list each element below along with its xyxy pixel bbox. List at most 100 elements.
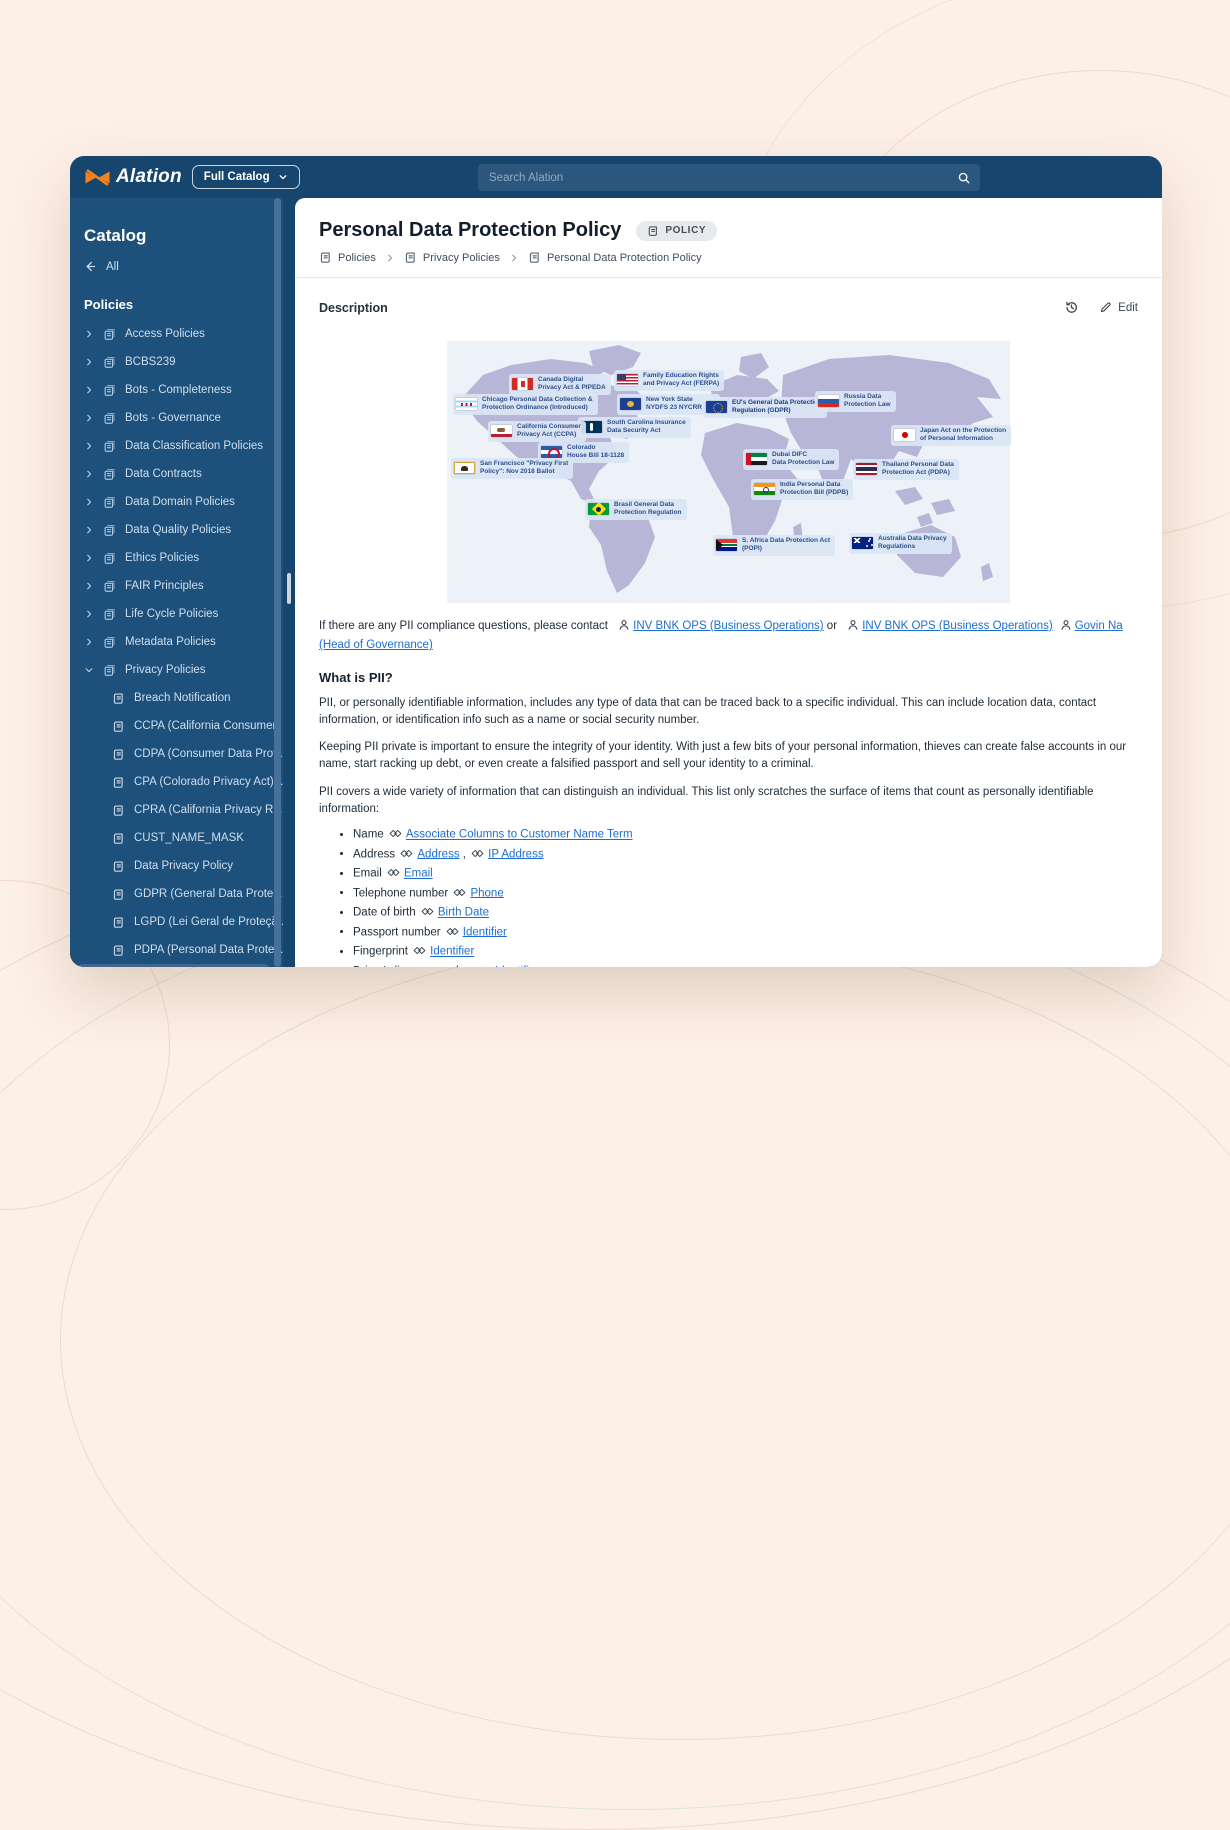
background-decoration (60, 940, 1230, 1740)
sidebar-item-bots-governance[interactable]: Bots - Governance (78, 404, 269, 432)
sidebar-item-data-domain-policies[interactable]: Data Domain Policies (78, 488, 269, 516)
search-icon[interactable] (957, 171, 971, 185)
sidebar-item-cdpa-consumer-data-prot[interactable]: CDPA (Consumer Data Prot... (78, 740, 269, 768)
sidebar-item-gdpr-general-data-protec[interactable]: GDPR (General Data Protec... (78, 880, 269, 908)
background-decoration (0, 880, 1230, 1810)
policy-group-icon (103, 496, 116, 509)
chevron-right-icon (84, 385, 94, 395)
policy-tree: Access PoliciesBCBS239Bots - Completenes… (78, 320, 269, 967)
sidebar-item-label: FAIR Principles (125, 580, 204, 592)
policy-group-icon (103, 384, 116, 397)
map-callout-australia: Australia Data PrivacyRegulations (849, 533, 952, 554)
term-link-associate-columns-to-customer-name-term[interactable]: Associate Columns to Customer Name Term (406, 829, 633, 841)
breadcrumb-label: Policies (338, 252, 376, 264)
map-callout-line: Brasil General Data (614, 501, 682, 509)
map-callout-line: Protection Bill (PDPB) (780, 489, 848, 497)
pii-list: Name Associate Columns to Customer Name … (319, 827, 1138, 967)
sidebar-resize-handle[interactable] (287, 573, 291, 604)
sidebar-item-lgpd-lei-geral-de-prote[interactable]: LGPD (Lei Geral de Proteçã... (78, 908, 269, 936)
alation-logo[interactable]: Alation (84, 166, 182, 188)
sidebar-item-ccpa-california-consumer[interactable]: CCPA (California Consumer... (78, 712, 269, 740)
term-link-identifier[interactable]: Identifier (463, 926, 507, 938)
sidebar-item-metadata-policies[interactable]: Metadata Policies (78, 628, 269, 656)
term-link-identifier[interactable]: Identifier (430, 946, 474, 958)
sidebar-item-data-contracts[interactable]: Data Contracts (78, 460, 269, 488)
paragraph: Keeping PII private is important to ensu… (319, 739, 1138, 774)
page-title: Personal Data Protection Policy (319, 219, 621, 242)
sidebar-item-breach-notification[interactable]: Breach Notification (78, 684, 269, 712)
sidebar-item-label: CPA (Colorado Privacy Act) ... (134, 776, 283, 788)
sidebar-item-personal-data-protection-p[interactable]: Personal Data Protection P... (78, 964, 269, 967)
sidebar-item-label: CDPA (Consumer Data Prot... (134, 748, 283, 760)
history-button[interactable] (1064, 300, 1079, 315)
map-callout-line: Protection Ordinance (Introduced) (482, 404, 593, 412)
map-callout-line: Privacy Act (CCPA) (517, 431, 581, 439)
policy-icon (647, 225, 659, 237)
policy-icon (112, 888, 125, 901)
sidebar-item-label: PDPA (Personal Data Protec... (134, 944, 283, 956)
what-is-pii-heading: What is PII? (319, 670, 1138, 685)
term-icon (446, 925, 459, 941)
sidebar-item-label: Breach Notification (134, 692, 231, 704)
user-link-inv-bnk-ops-business-operations[interactable]: INV BNK OPS (Business Operations) (633, 620, 823, 632)
description-section: Description Edit (295, 278, 1162, 967)
global-search[interactable] (478, 164, 980, 191)
page-header: Personal Data Protection Policy POLICY P… (295, 198, 1162, 277)
map-callout-line: Privacy Act & PIPEDA (538, 384, 606, 392)
term-link-identifier[interactable]: Identifier (495, 965, 539, 967)
term-icon (400, 847, 413, 863)
catalog-switcher-button[interactable]: Full Catalog (192, 165, 300, 189)
map-callout-line: Protection Regulation (614, 509, 682, 517)
map-callout-line: and Privacy Act (FERPA) (643, 380, 719, 388)
sidebar-item-data-classification-policies[interactable]: Data Classification Policies (78, 432, 269, 460)
bullet-text: Date of birth (353, 907, 419, 919)
sidebar-item-pdpa-personal-data-protec[interactable]: PDPA (Personal Data Protec... (78, 936, 269, 964)
term-link-birth-date[interactable]: Birth Date (438, 907, 489, 919)
sidebar-item-label: Metadata Policies (125, 636, 216, 648)
sidebar-item-data-privacy-policy[interactable]: Data Privacy Policy (78, 852, 269, 880)
policy-group-icon (103, 468, 116, 481)
chicago-flag-icon (456, 398, 477, 410)
search-input[interactable] (487, 171, 957, 185)
sidebar-item-cpa-colorado-privacy-act[interactable]: CPA (Colorado Privacy Act) ... (78, 768, 269, 796)
map-callout-label: Japan Act on the Protectionof Personal I… (920, 427, 1006, 444)
japan-flag-icon (894, 429, 915, 441)
term-link-ip-address[interactable]: IP Address (488, 848, 543, 860)
sidebar-back-label: All (106, 261, 119, 273)
term-icon (471, 847, 484, 863)
map-callout-california: California ConsumerPrivacy Act (CCPA) (488, 421, 586, 442)
map-callout-uae: Dubai DIFCData Protection Law (743, 449, 839, 470)
sidebar-scrollbar[interactable] (274, 198, 281, 967)
chevron-right-icon (84, 441, 94, 451)
sidebar-item-access-policies[interactable]: Access Policies (78, 320, 269, 348)
map-callout-label: South Carolina InsuranceData Security Ac… (607, 419, 686, 436)
bullet-text: , (460, 848, 470, 860)
term-link-phone[interactable]: Phone (470, 887, 503, 899)
sidebar-item-ethics-policies[interactable]: Ethics Policies (78, 544, 269, 572)
sidebar-item-cust-name-mask[interactable]: CUST_NAME_MASK (78, 824, 269, 852)
sidebar-item-fair-principles[interactable]: FAIR Principles (78, 572, 269, 600)
sidebar-item-life-cycle-policies[interactable]: Life Cycle Policies (78, 600, 269, 628)
breadcrumb-item-policies[interactable]: Policies (319, 251, 376, 264)
term-link-email[interactable]: Email (404, 868, 433, 880)
chevron-right-icon (84, 413, 94, 423)
term-link-address[interactable]: Address (417, 848, 459, 860)
sidebar-item-bcbs239[interactable]: BCBS239 (78, 348, 269, 376)
sidebar-item-privacy-policies[interactable]: Privacy Policies (78, 656, 269, 684)
map-callout-line: Regulations (878, 543, 947, 551)
sidebar-item-bots-completeness[interactable]: Bots - Completeness (78, 376, 269, 404)
map-callout-label: India Personal DataProtection Bill (PDPB… (780, 481, 848, 498)
india-flag-icon (754, 483, 775, 495)
catalog-switcher-label: Full Catalog (204, 171, 270, 183)
chevron-right-icon (84, 357, 94, 367)
edit-button[interactable]: Edit (1099, 301, 1138, 314)
user-link-inv-bnk-ops-business-operations[interactable]: INV BNK OPS (Business Operations) (862, 620, 1052, 632)
usa-flag-icon (617, 374, 638, 386)
sidebar-back-all[interactable]: All (78, 260, 269, 273)
history-icon (1064, 300, 1079, 315)
sidebar-item-cpra-california-privacy-ri[interactable]: CPRA (California Privacy Ri... (78, 796, 269, 824)
breadcrumb-item-privacy-policies[interactable]: Privacy Policies (404, 251, 500, 264)
map-callout-line: Family Education Rights (643, 372, 719, 380)
sidebar-item-data-quality-policies[interactable]: Data Quality Policies (78, 516, 269, 544)
map-callout-japan: Japan Act on the Protectionof Personal I… (891, 425, 1011, 446)
